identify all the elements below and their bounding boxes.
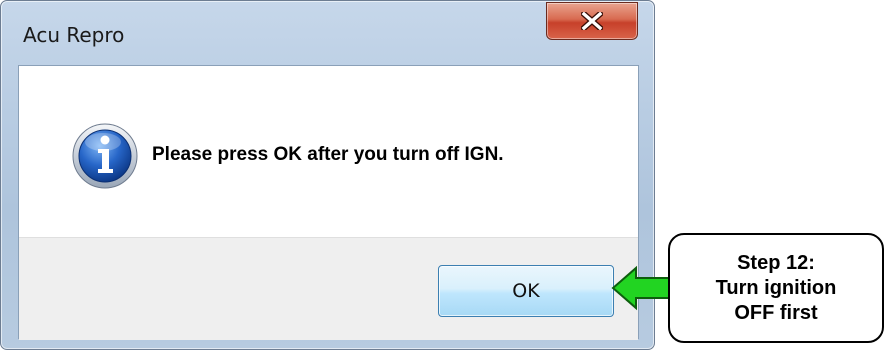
button-area: OK bbox=[19, 237, 638, 340]
ok-button[interactable]: OK bbox=[438, 265, 614, 317]
message-area: Please press OK after you turn off IGN. bbox=[19, 66, 638, 237]
callout-line-1: Step 12: bbox=[737, 251, 815, 274]
green-arrow-icon bbox=[611, 265, 670, 311]
dialog-window: Acu Repro Please press OK after you turn… bbox=[0, 0, 655, 350]
dialog-message: Please press OK after you turn off IGN. bbox=[152, 144, 504, 165]
title-bar[interactable]: Acu Repro bbox=[1, 1, 654, 65]
step-callout: Step 12: Turn ignition OFF first bbox=[668, 233, 884, 343]
close-icon bbox=[581, 12, 603, 30]
callout-line-2: Turn ignition bbox=[715, 276, 837, 299]
close-button[interactable] bbox=[546, 2, 638, 40]
dialog-client-area: Please press OK after you turn off IGN. … bbox=[18, 65, 639, 340]
callout-line-3: OFF first bbox=[734, 301, 818, 324]
info-icon bbox=[72, 123, 138, 189]
window-title: Acu Repro bbox=[23, 23, 125, 47]
